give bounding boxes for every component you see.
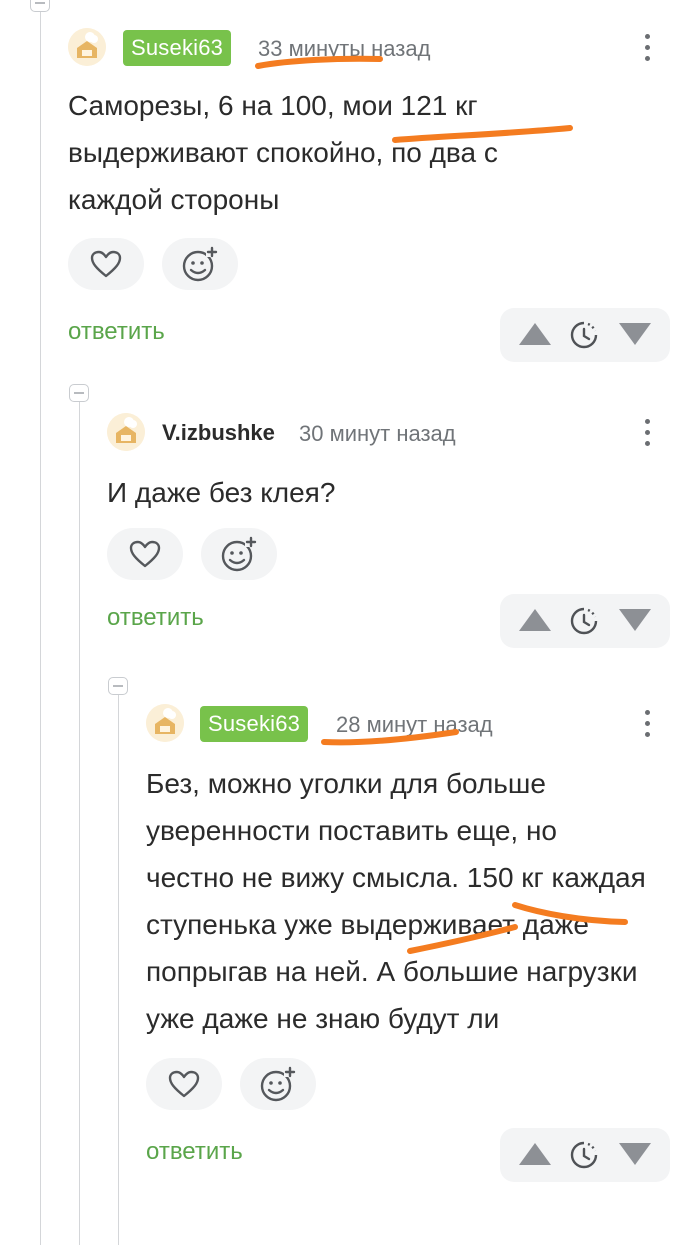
- add-reaction-button[interactable]: [162, 238, 238, 290]
- reply-link[interactable]: ответить: [68, 318, 165, 346]
- avatar[interactable]: [68, 28, 106, 66]
- thread-line-level-3: [118, 690, 119, 1245]
- thread-line-level-2: [79, 395, 80, 1245]
- arrow-down-icon[interactable]: [618, 1141, 652, 1167]
- highlight-underline: [321, 729, 459, 746]
- collapse-icon[interactable]: [30, 0, 50, 12]
- smile-plus-icon: [182, 246, 218, 282]
- reactions-bar: [146, 1058, 672, 1112]
- comment-time: 30 минут назад: [299, 421, 456, 446]
- comment-footer: ответить: [146, 1128, 672, 1184]
- more-vertical-icon[interactable]: [642, 417, 652, 449]
- arrow-up-icon[interactable]: [518, 607, 552, 633]
- heart-icon: [129, 540, 161, 568]
- avatar[interactable]: [146, 704, 184, 742]
- arrow-down-icon[interactable]: [618, 607, 652, 633]
- clock-icon[interactable]: [569, 1140, 599, 1170]
- collapse-icon[interactable]: [69, 384, 89, 402]
- comment-footer: ответить: [68, 308, 672, 364]
- smile-plus-icon: [260, 1066, 296, 1102]
- reply-link[interactable]: ответить: [146, 1138, 243, 1166]
- more-vertical-icon[interactable]: [642, 32, 652, 64]
- arrow-up-icon[interactable]: [518, 321, 552, 347]
- highlight-underline: [392, 125, 573, 143]
- vote-controls: [500, 308, 670, 362]
- add-reaction-button[interactable]: [201, 528, 277, 580]
- author-name[interactable]: V.izbushke: [162, 415, 275, 451]
- comment: Suseki63 33 минуты назад Саморезы, 6 на …: [68, 28, 672, 364]
- arrow-down-icon[interactable]: [618, 321, 652, 347]
- arrow-up-icon[interactable]: [518, 1141, 552, 1167]
- comment: V.izbushke 30 минут назад И даже без кле…: [107, 413, 672, 650]
- author-name[interactable]: Suseki63: [200, 706, 309, 742]
- comment-text: И даже без клея?: [107, 477, 336, 508]
- heart-icon: [90, 250, 122, 278]
- like-button[interactable]: [146, 1058, 222, 1110]
- comment-footer: ответить: [107, 594, 672, 650]
- collapse-icon[interactable]: [108, 677, 128, 695]
- like-button[interactable]: [107, 528, 183, 580]
- reply-link[interactable]: ответить: [107, 604, 204, 632]
- heart-icon: [168, 1070, 200, 1098]
- thread-line-level-1: [40, 0, 41, 1245]
- more-vertical-icon[interactable]: [642, 708, 652, 740]
- like-button[interactable]: [68, 238, 144, 290]
- clock-icon[interactable]: [569, 320, 599, 350]
- highlight-underline: [255, 55, 383, 69]
- add-reaction-button[interactable]: [240, 1058, 316, 1110]
- vote-controls: [500, 1128, 670, 1182]
- avatar[interactable]: [107, 413, 145, 451]
- comment-text: Саморезы, 6 на 100, мои 121 кг выдержива…: [68, 90, 498, 215]
- author-name[interactable]: Suseki63: [123, 30, 232, 66]
- reactions-bar: [107, 528, 672, 582]
- clock-icon[interactable]: [569, 606, 599, 636]
- highlight-underline: [407, 902, 628, 954]
- smile-plus-icon: [221, 536, 257, 572]
- comment-header: V.izbushke 30 минут назад: [107, 413, 672, 453]
- reactions-bar: [68, 238, 672, 292]
- vote-controls: [500, 594, 670, 648]
